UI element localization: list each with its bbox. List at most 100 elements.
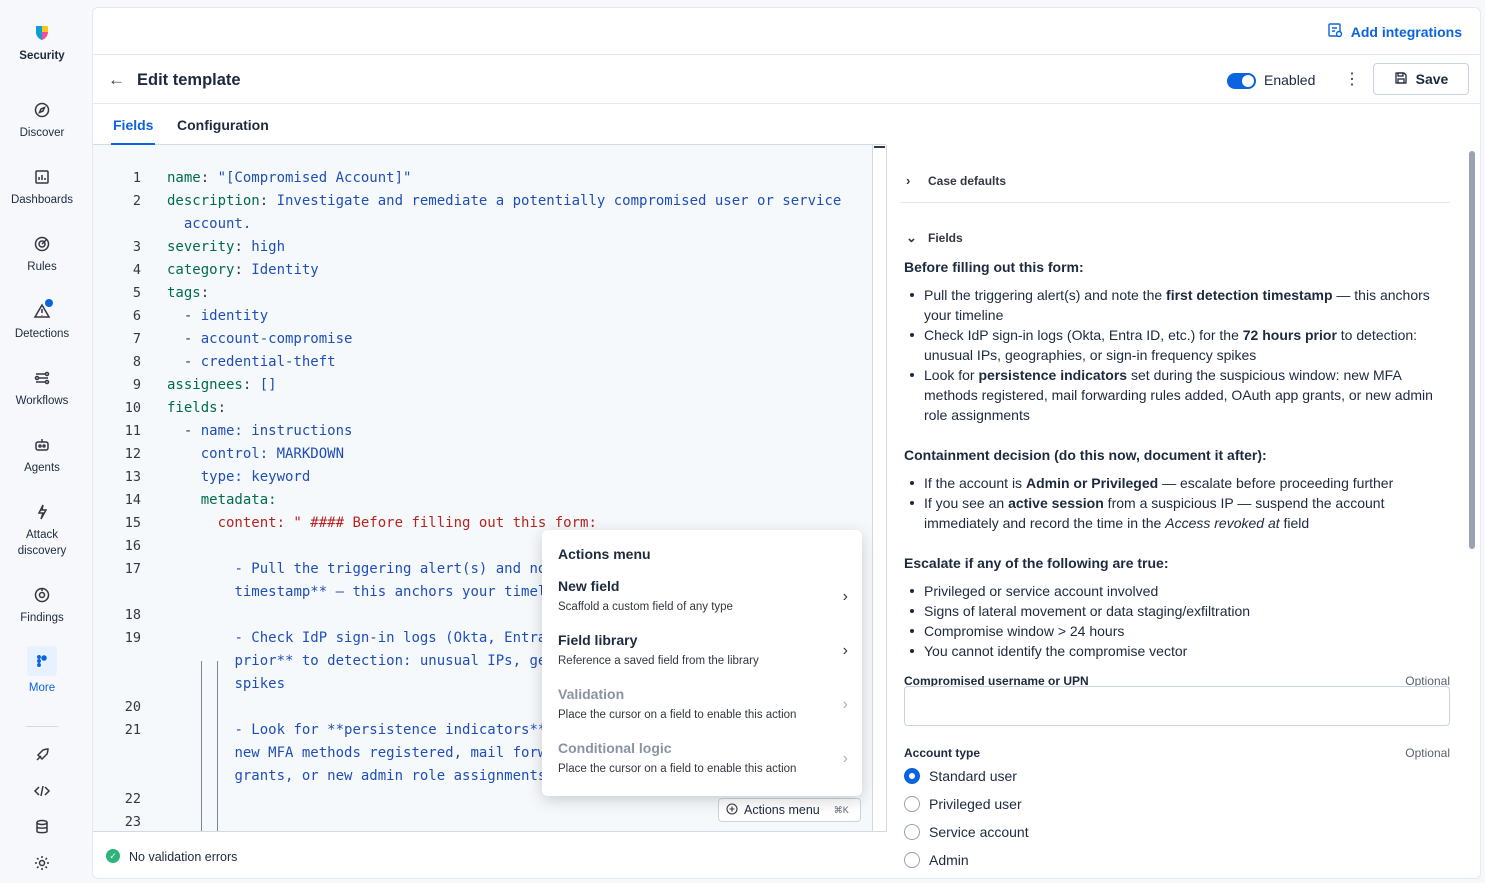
line-number: 17	[124, 561, 141, 577]
top-bar: Add integrations	[93, 8, 1480, 55]
action-description: Place the cursor on a field to enable th…	[558, 709, 797, 721]
tab-configuration[interactable]: Configuration	[177, 117, 269, 133]
line-number: 1	[132, 170, 141, 186]
radio-button[interactable]	[904, 824, 920, 840]
line-number: 23	[124, 814, 141, 830]
chevron-right-icon: ›	[842, 642, 848, 659]
sidebar-item-more[interactable]: More	[0, 646, 84, 694]
back-arrow-icon[interactable]: ←	[108, 70, 125, 90]
code-line: type: keyword	[200, 469, 311, 485]
line-number: 8	[132, 354, 141, 370]
code-line: timestamp** — this anchors your timel	[234, 584, 547, 600]
rocket-icon[interactable]	[33, 746, 51, 764]
code-line: category: Identity	[167, 262, 319, 278]
sidebar-brand-security[interactable]: Security	[0, 24, 84, 62]
radio-standard-user[interactable]: Standard user	[904, 768, 1017, 784]
list-item: You cannot identify the compromise vecto…	[904, 641, 1449, 661]
list-item: If you see an active session from a susp…	[904, 493, 1449, 533]
divider	[900, 202, 1450, 203]
database-icon[interactable]	[33, 818, 51, 836]
sidebar-item-discover[interactable]: Discover	[0, 101, 84, 139]
sidebar-divider	[26, 726, 58, 727]
page-header: ← Edit template Enabled ⋮ Save	[93, 55, 1480, 104]
chevron-down-icon: ⌄	[906, 230, 917, 245]
escalate-heading: Escalate if any of the following are tru…	[904, 555, 1169, 571]
action-new-field[interactable]: New field Scaffold a custom field of any…	[558, 578, 848, 613]
add-integrations-link[interactable]: Add integrations	[1327, 22, 1462, 41]
username-input[interactable]	[904, 686, 1450, 726]
code-line: control: MARKDOWN	[200, 446, 345, 462]
code-icon[interactable]	[33, 782, 51, 800]
line-number: 5	[132, 285, 141, 301]
line-number: 21	[124, 722, 141, 738]
indent-guide	[201, 661, 202, 831]
radio-button[interactable]	[904, 852, 920, 868]
line-number: 18	[124, 607, 141, 623]
radio-label: Service account	[929, 824, 1029, 840]
list-item: Pull the triggering alert(s) and note th…	[904, 285, 1449, 325]
code-line: - identity	[167, 308, 269, 324]
accordion-case-defaults[interactable]: › Case defaults	[906, 173, 1006, 188]
actions-menu-title: Actions menu	[558, 546, 651, 562]
radio-button[interactable]	[904, 768, 920, 784]
save-label: Save	[1415, 71, 1449, 87]
code-line: - Check IdP sign-in logs (Okta, Entra	[234, 630, 547, 646]
sidebar-item-findings[interactable]: Findings	[0, 586, 84, 624]
list-item: Compromise window > 24 hours	[904, 621, 1449, 641]
chevron-right-icon: ›	[842, 588, 848, 605]
sidebar-item-attack-discovery[interactable]: Attack discovery	[0, 503, 84, 559]
scrollbar[interactable]	[1469, 151, 1475, 549]
action-conditional-logic: Conditional logic Place the cursor on a …	[558, 740, 848, 775]
indent-guide	[217, 661, 218, 831]
radio-admin[interactable]: Admin	[904, 852, 969, 868]
save-button[interactable]: Save	[1373, 63, 1469, 95]
sidebar-item-dashboards[interactable]: Dashboards	[0, 168, 84, 206]
line-number: 2	[132, 193, 141, 209]
radio-service-account[interactable]: Service account	[904, 824, 1029, 840]
kebab-menu-icon[interactable]: ⋮	[1344, 69, 1360, 89]
code-line: metadata:	[200, 492, 277, 508]
line-number: 10	[124, 400, 141, 416]
containment-list: If the account is Admin or Privileged — …	[904, 473, 1449, 533]
line-number: 4	[132, 262, 141, 278]
gear-icon[interactable]	[33, 854, 51, 872]
chevron-right-icon: ›	[842, 750, 848, 767]
sidebar-item-label: Workflows	[15, 395, 69, 407]
action-description: Reference a saved field from the library	[558, 655, 759, 667]
code-line: account.	[183, 216, 252, 232]
sidebar-item-workflows[interactable]: Workflows	[0, 369, 84, 407]
robot-icon	[33, 436, 51, 454]
sidebar-item-rules[interactable]: Rules	[0, 235, 84, 273]
action-field-library[interactable]: Field library Reference a saved field fr…	[558, 632, 848, 667]
code-line: tags:	[167, 285, 210, 301]
integrations-icon	[1327, 22, 1343, 41]
code-line: assignees: []	[167, 377, 277, 393]
radio-button[interactable]	[904, 796, 920, 812]
code-line: - credential-theft	[167, 354, 336, 370]
code-line: name: "[Compromised Account]"	[167, 170, 412, 186]
actions-menu-popover: Actions menu New field Scaffold a custom…	[542, 530, 862, 796]
chevron-right-icon: ›	[842, 696, 848, 713]
action-label: Field library	[558, 632, 638, 648]
radio-privileged-user[interactable]: Privileged user	[904, 796, 1022, 812]
sidebar-item-detections[interactable]: Detections	[0, 299, 84, 340]
actions-menu-button[interactable]: Actions menu ⌘K	[718, 798, 861, 822]
sidebar-item-label: Attack discovery	[17, 529, 67, 557]
code-line: new MFA methods registered, mail forw	[234, 745, 547, 761]
security-logo-icon	[33, 24, 51, 42]
action-description: Scaffold a custom field of any type	[558, 601, 733, 613]
accordion-label: Case defaults	[928, 173, 1007, 188]
sidebar-item-label: Dashboards	[10, 194, 73, 206]
compass-icon	[33, 101, 51, 119]
tab-fields[interactable]: Fields	[110, 117, 156, 145]
notification-dot	[45, 299, 53, 307]
list-item: Privileged or service account involved	[904, 581, 1449, 601]
accordion-fields[interactable]: ⌄ Fields	[906, 230, 963, 246]
enabled-toggle[interactable]	[1227, 73, 1256, 89]
line-number: 9	[132, 377, 141, 393]
chevron-right-icon: ›	[906, 173, 911, 188]
sidebar-item-agents[interactable]: Agents	[0, 436, 84, 474]
code-line: - name: instructions	[167, 423, 353, 439]
warning-icon	[33, 299, 53, 320]
line-number: 15	[124, 515, 141, 531]
